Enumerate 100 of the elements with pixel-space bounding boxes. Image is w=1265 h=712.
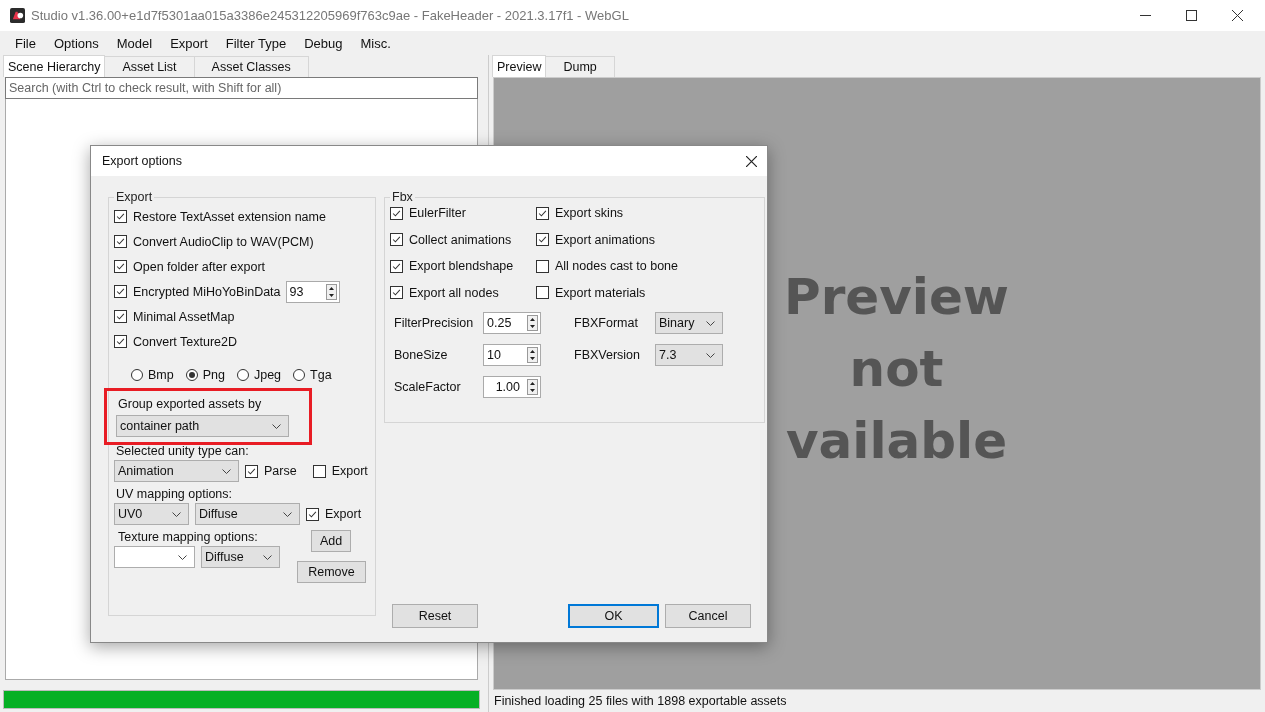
checkbox-label: Export blendshape xyxy=(409,259,514,274)
caret-icon xyxy=(283,512,292,517)
ok-button[interactable]: OK xyxy=(568,604,659,628)
add-button[interactable]: Add xyxy=(311,530,351,552)
checkbox-label: Export materials xyxy=(555,285,646,300)
tab[interactable]: Preview xyxy=(492,55,547,77)
close-icon[interactable] xyxy=(1232,10,1243,21)
checkbox[interactable] xyxy=(536,206,549,220)
search-field[interactable]: Search (with Ctrl to check result, with Shift for all) xyxy=(5,77,478,99)
checkbox[interactable] xyxy=(114,235,127,248)
close-icon[interactable] xyxy=(746,155,757,167)
checkbox-label: Collect animations xyxy=(409,232,512,247)
checkbox[interactable] xyxy=(114,260,127,273)
field-label: FilterPrecision xyxy=(394,316,475,330)
status-text: Finished loading 25 files with 1898 exportable assets xyxy=(493,693,788,710)
checkbox[interactable] xyxy=(114,285,127,298)
checkbox[interactable] xyxy=(306,507,319,521)
preview-message: not xyxy=(849,338,944,400)
field-label: Group exported assets by xyxy=(118,397,263,411)
spinner-arrows-icon[interactable] xyxy=(527,379,538,395)
radio-label: Tga xyxy=(310,368,332,382)
caret-icon xyxy=(222,469,231,474)
checkbox-label: Parse xyxy=(264,464,297,478)
checkbox[interactable] xyxy=(312,464,326,478)
radio-button[interactable] xyxy=(185,369,198,381)
menu-item[interactable]: Misc. xyxy=(351,35,400,51)
radio-button[interactable] xyxy=(293,369,306,381)
checkbox-label: Export animations xyxy=(555,232,656,247)
radio-label: Jpeg xyxy=(253,368,282,382)
spinner-arrows-icon[interactable] xyxy=(325,283,337,300)
dropdown[interactable]: UV0 xyxy=(114,503,189,525)
checkbox-label: Export all nodes xyxy=(409,285,499,300)
preview-message: Preview xyxy=(784,266,1010,328)
checkbox[interactable] xyxy=(245,464,258,478)
dropdown[interactable]: Binary xyxy=(655,312,723,334)
field-label: ScaleFactor xyxy=(394,380,462,394)
checkbox-label: Convert Texture2D xyxy=(133,334,237,349)
spinner-arrows-icon[interactable] xyxy=(527,347,538,363)
dropdown[interactable]: Animation xyxy=(114,460,239,482)
menu-item[interactable]: Export xyxy=(161,35,217,51)
dropdown[interactable]: Diffuse xyxy=(195,503,300,525)
checkbox-label: Convert AudioClip to WAV(PCM) xyxy=(133,234,314,249)
field-label: Texture mapping options: xyxy=(117,530,259,544)
checkbox-label: All nodes cast to bone xyxy=(555,259,678,274)
checkbox-label: Minimal AssetMap xyxy=(133,309,235,324)
dropdown[interactable]: Diffuse xyxy=(201,546,280,568)
checkbox-label: Export skins xyxy=(555,206,624,221)
menu-item[interactable]: File xyxy=(6,35,45,51)
checkbox[interactable] xyxy=(114,310,127,323)
checkbox[interactable] xyxy=(390,286,403,300)
caret-icon xyxy=(178,555,187,560)
checkbox-label: Open folder after export xyxy=(133,259,266,274)
menu-item[interactable]: Options xyxy=(44,35,108,51)
caret-icon xyxy=(706,321,715,326)
remove-button[interactable]: Remove xyxy=(297,561,366,583)
checkbox[interactable] xyxy=(390,206,403,220)
radio-label: Bmp xyxy=(148,368,174,382)
app-logo-icon xyxy=(10,8,25,23)
caret-icon xyxy=(706,353,715,358)
caret-icon xyxy=(172,512,181,517)
checkbox[interactable] xyxy=(114,210,127,223)
checkbox[interactable] xyxy=(536,233,549,247)
group-title: Export xyxy=(115,190,154,204)
dialog-title: Export options xyxy=(102,154,182,168)
field-label: BoneSize xyxy=(394,348,449,362)
tab[interactable]: Scene Hierarchy xyxy=(3,55,106,77)
checkbox[interactable] xyxy=(536,286,549,300)
number-field[interactable]: 10 xyxy=(483,344,541,366)
checkbox[interactable] xyxy=(536,259,549,273)
cancel-button[interactable]: Cancel xyxy=(665,604,751,628)
reset-button[interactable]: Reset xyxy=(392,604,478,628)
caret-icon xyxy=(263,555,272,560)
radio-button[interactable] xyxy=(236,369,249,381)
checkbox-label: EulerFilter xyxy=(409,206,466,221)
number-field[interactable]: 1.00 xyxy=(483,376,541,398)
field-label: Selected unity type can: xyxy=(115,444,250,458)
number-field[interactable]: 0.25 xyxy=(483,312,541,334)
radio-label: Png xyxy=(202,368,225,382)
dropdown[interactable]: container path xyxy=(116,415,289,437)
caret-icon xyxy=(272,424,281,429)
checkbox[interactable] xyxy=(390,259,403,273)
menu-item[interactable]: Debug xyxy=(295,35,352,51)
radio-button[interactable] xyxy=(131,369,143,381)
checkbox[interactable] xyxy=(390,233,403,247)
menu-item[interactable]: Filter Type xyxy=(216,35,296,51)
field-label: FBXFormat xyxy=(574,316,639,330)
tab[interactable]: Dump xyxy=(545,56,615,77)
window-title: Studio v1.36.00+e1d7f5301aa015a3386e245312205969f763c9ae - FakeHeader - 2021.3.17f1 - WebGL xyxy=(31,8,629,23)
group-title: Fbx xyxy=(391,190,414,204)
checkbox[interactable] xyxy=(114,335,127,348)
maximize-icon[interactable] xyxy=(1186,10,1197,21)
tab[interactable]: Asset Classes xyxy=(193,56,309,77)
menu-item[interactable]: Model xyxy=(107,35,162,51)
spinner-arrows-icon[interactable] xyxy=(527,315,538,331)
checkbox-label: Export xyxy=(325,507,362,521)
number-field[interactable]: 93 xyxy=(285,280,340,303)
dropdown[interactable]: 7.3 xyxy=(655,344,723,366)
preview-message: vailable xyxy=(785,410,1008,472)
checkbox-label: Encrypted MiHoYoBinData xyxy=(133,284,281,299)
checkbox-label: Restore TextAsset extension name xyxy=(133,209,326,224)
